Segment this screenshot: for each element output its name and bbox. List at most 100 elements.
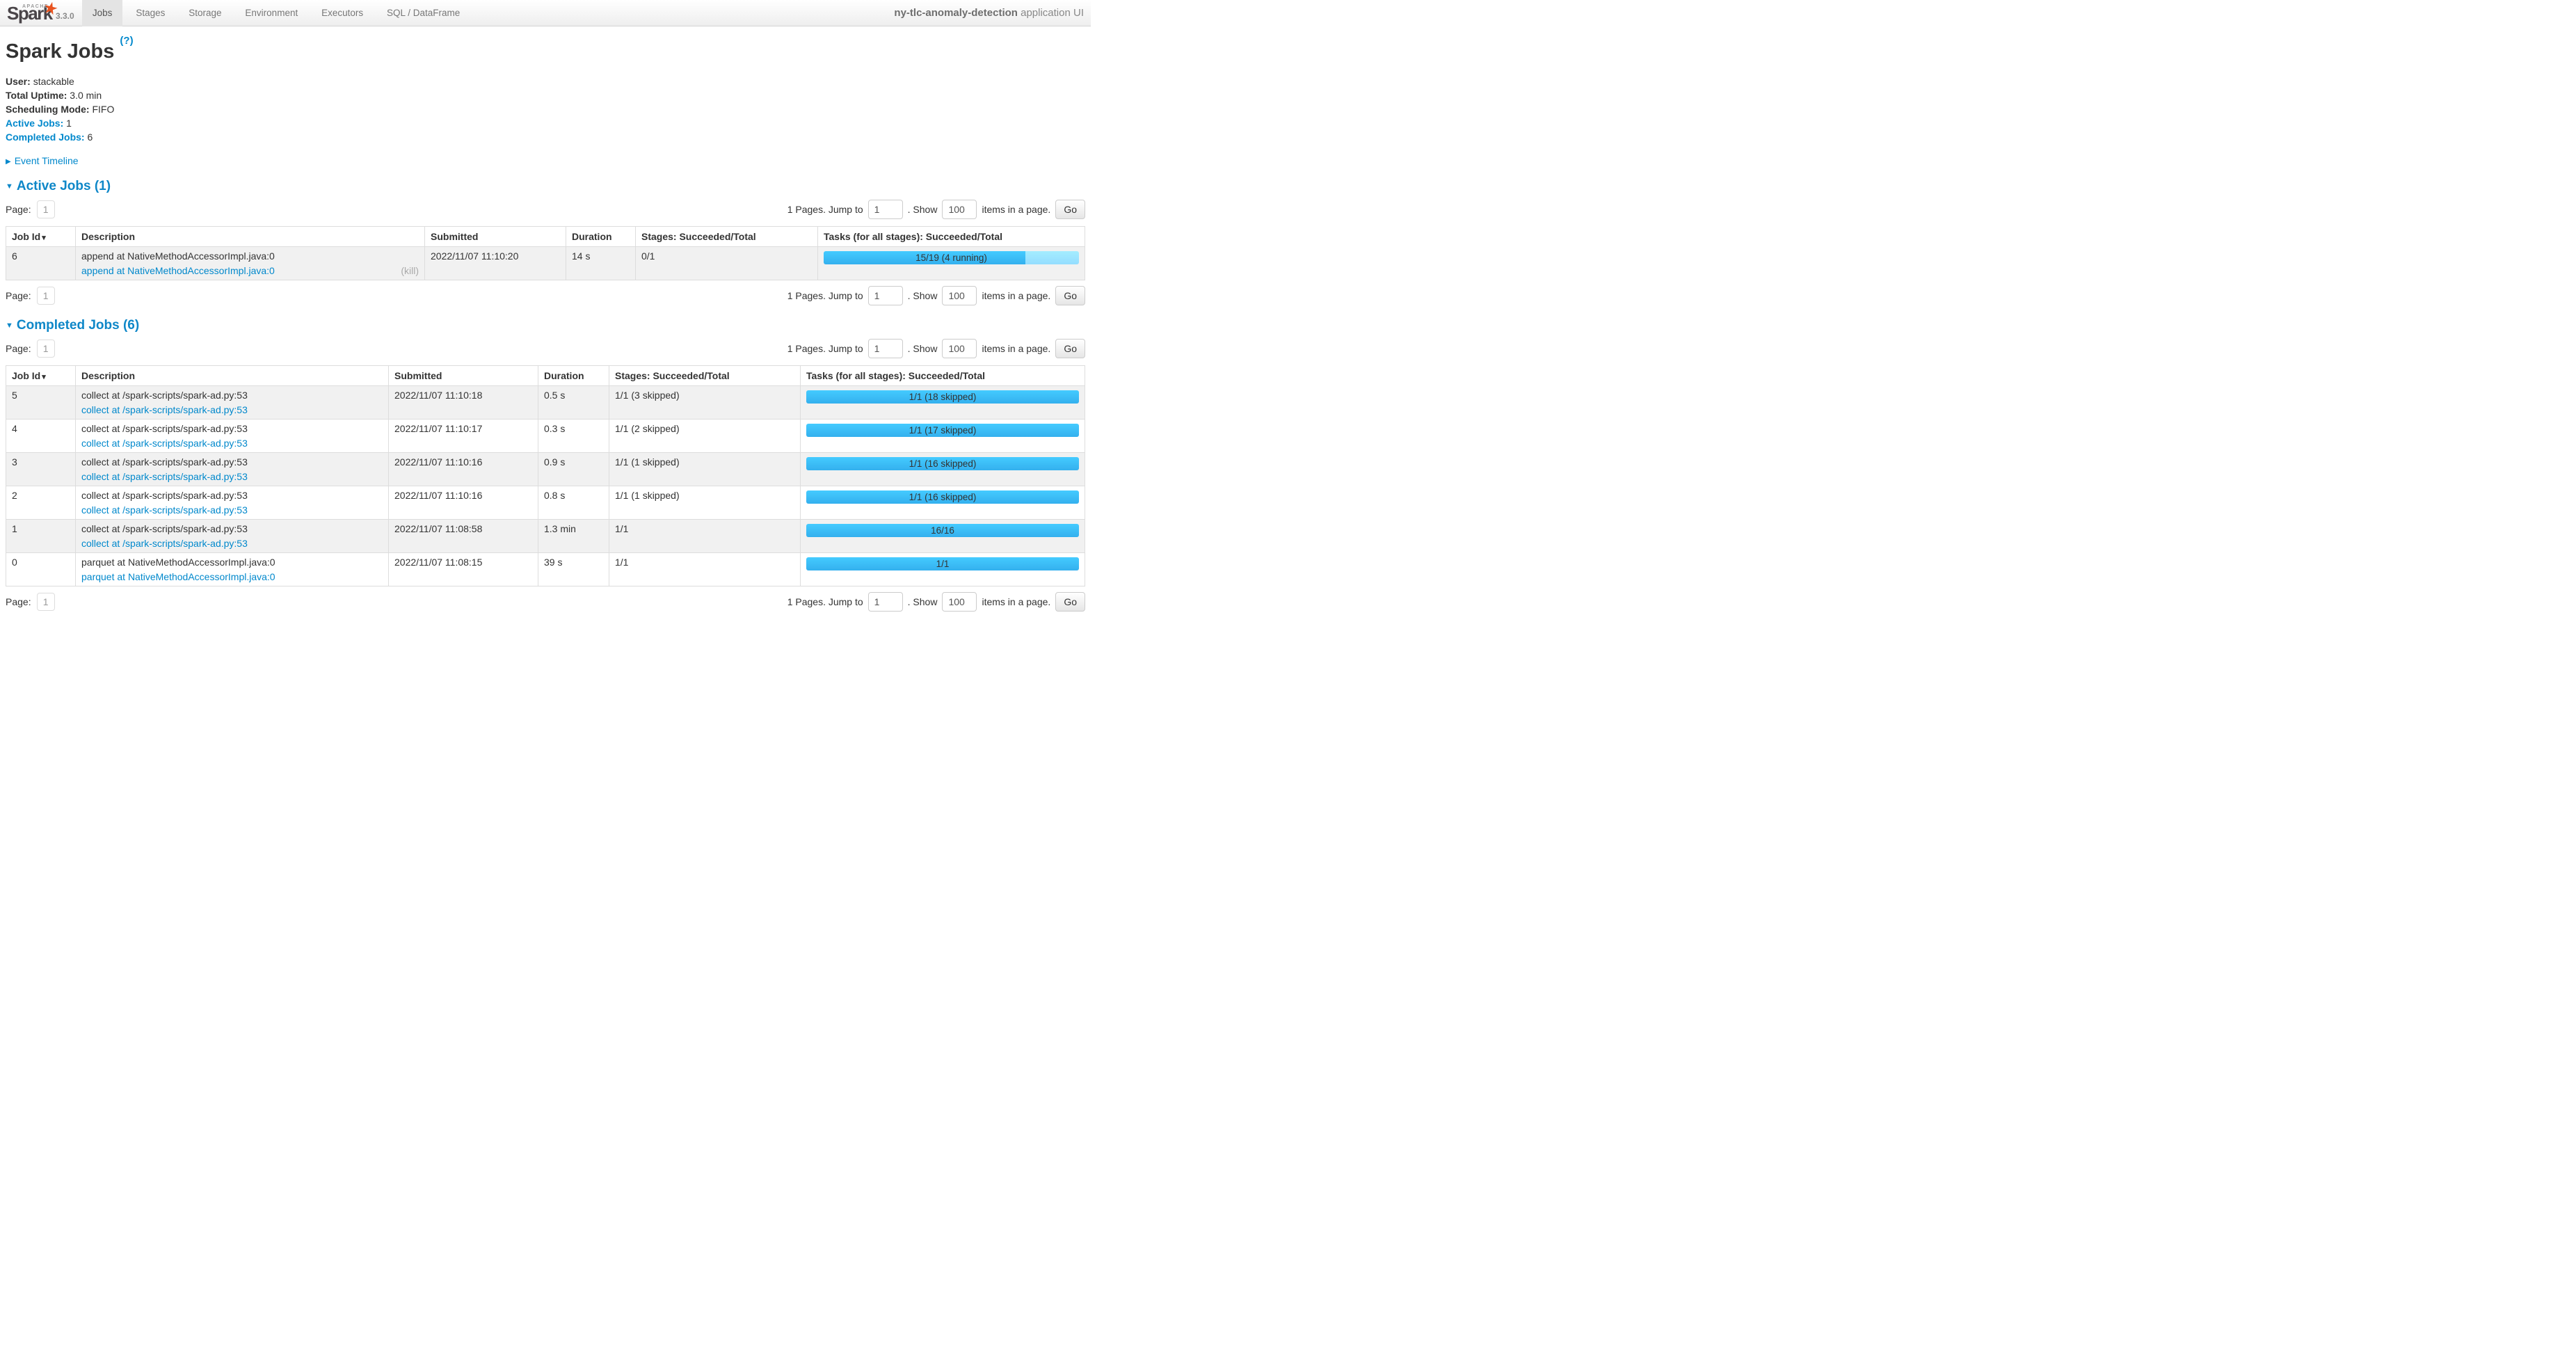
nav-tabs: Jobs Stages Storage Environment Executor… (82, 0, 470, 26)
pages-text: 1 Pages. Jump to (787, 343, 863, 354)
stages-cell: 1/1 (2 skipped) (609, 419, 801, 452)
header-stages[interactable]: Stages: Succeeded/Total (609, 365, 801, 385)
description-text: collect at /spark-scripts/spark-ad.py:53 (81, 456, 383, 468)
stages-cell: 1/1 (1 skipped) (609, 452, 801, 486)
items-per-page-input[interactable] (942, 200, 977, 219)
description-text: append at NativeMethodAccessorImpl.java:… (81, 250, 419, 262)
header-description[interactable]: Description (76, 226, 425, 246)
go-button[interactable]: Go (1055, 286, 1085, 305)
summary-active-jobs: Active Jobs: 1 (6, 118, 1085, 130)
current-page-box: 1 (37, 593, 55, 611)
tasks-progress-bar: 15/19 (4 running) (824, 251, 1079, 264)
tab-sql-dataframe[interactable]: SQL / DataFrame (376, 0, 470, 26)
completed-jobs-pagination-top: Page: 1 1 Pages. Jump to . Show items in… (6, 339, 1085, 358)
completed-jobs-pagination-bottom: Page: 1 1 Pages. Jump to . Show items in… (6, 592, 1085, 612)
stages-cell: 1/1 (3 skipped) (609, 385, 801, 419)
tab-storage[interactable]: Storage (178, 0, 232, 26)
job-detail-link[interactable]: collect at /spark-scripts/spark-ad.py:53 (81, 504, 248, 516)
progress-label: 1/1 (17 skipped) (806, 424, 1079, 437)
kill-link[interactable]: (kill) (401, 265, 419, 276)
description-text: collect at /spark-scripts/spark-ad.py:53 (81, 423, 383, 434)
header-duration[interactable]: Duration (566, 226, 636, 246)
table-row: 2 collect at /spark-scripts/spark-ad.py:… (6, 486, 1085, 519)
tab-executors[interactable]: Executors (311, 0, 374, 26)
go-button[interactable]: Go (1055, 200, 1085, 219)
job-detail-link[interactable]: collect at /spark-scripts/spark-ad.py:53 (81, 438, 248, 449)
duration-cell: 1.3 min (538, 519, 609, 552)
header-job-id[interactable]: Job Id▾ (6, 226, 76, 246)
tasks-progress-bar: 1/1 (16 skipped) (806, 457, 1079, 470)
pages-text: 1 Pages. Jump to (787, 290, 863, 301)
go-button[interactable]: Go (1055, 592, 1085, 612)
tab-stages[interactable]: Stages (125, 0, 175, 26)
show-text: . Show (908, 204, 938, 215)
tasks-cell: 1/1 (16 skipped) (801, 452, 1085, 486)
stages-cell: 0/1 (636, 246, 818, 280)
show-text: . Show (908, 290, 938, 301)
job-detail-link[interactable]: parquet at NativeMethodAccessorImpl.java… (81, 571, 275, 582)
header-submitted[interactable]: Submitted (425, 226, 566, 246)
tasks-cell: 1/1 (18 skipped) (801, 385, 1085, 419)
header-duration[interactable]: Duration (538, 365, 609, 385)
active-jobs-link[interactable]: Active Jobs: (6, 118, 63, 129)
items-per-page-input[interactable] (942, 286, 977, 305)
job-id-cell: 2 (6, 486, 76, 519)
table-row: 3 collect at /spark-scripts/spark-ad.py:… (6, 452, 1085, 486)
header-tasks[interactable]: Tasks (for all stages): Succeeded/Total (818, 226, 1085, 246)
stages-cell: 1/1 (609, 519, 801, 552)
tasks-progress-bar: 16/16 (806, 524, 1079, 537)
stages-cell: 1/1 (1 skipped) (609, 486, 801, 519)
duration-cell: 0.5 s (538, 385, 609, 419)
jump-to-page-input[interactable] (868, 286, 903, 305)
summary-user: User: stackable (6, 76, 1085, 88)
items-text: items in a page. (982, 596, 1050, 607)
jump-to-page-input[interactable] (868, 200, 903, 219)
job-detail-link[interactable]: collect at /spark-scripts/spark-ad.py:53 (81, 404, 248, 415)
description-text: parquet at NativeMethodAccessorImpl.java… (81, 557, 383, 568)
go-button[interactable]: Go (1055, 339, 1085, 358)
items-per-page-input[interactable] (942, 339, 977, 358)
chevron-down-icon: ▼ (6, 321, 13, 330)
completed-jobs-heading[interactable]: ▼Completed Jobs (6) (6, 318, 1085, 333)
header-tasks[interactable]: Tasks (for all stages): Succeeded/Total (801, 365, 1085, 385)
tasks-cell: 1/1 (17 skipped) (801, 419, 1085, 452)
active-jobs-table: Job Id▾ Description Submitted Duration S… (6, 226, 1085, 280)
job-id-cell: 5 (6, 385, 76, 419)
items-text: items in a page. (982, 343, 1050, 354)
table-row: 5 collect at /spark-scripts/spark-ad.py:… (6, 385, 1085, 419)
tasks-progress-bar: 1/1 (17 skipped) (806, 424, 1079, 437)
job-detail-link[interactable]: collect at /spark-scripts/spark-ad.py:53 (81, 538, 248, 549)
description-cell: parquet at NativeMethodAccessorImpl.java… (76, 552, 389, 586)
header-stages[interactable]: Stages: Succeeded/Total (636, 226, 818, 246)
description-cell: collect at /spark-scripts/spark-ad.py:53… (76, 385, 389, 419)
completed-jobs-link[interactable]: Completed Jobs: (6, 131, 85, 143)
tab-environment[interactable]: Environment (234, 0, 308, 26)
jump-to-page-input[interactable] (868, 592, 903, 612)
active-jobs-heading[interactable]: ▼Active Jobs (1) (6, 179, 1085, 194)
summary-scheduling-mode: Scheduling Mode: FIFO (6, 104, 1085, 116)
job-detail-link[interactable]: collect at /spark-scripts/spark-ad.py:53 (81, 471, 248, 482)
active-jobs-pagination-top: Page: 1 1 Pages. Jump to . Show items in… (6, 200, 1085, 219)
chevron-right-icon: ▶ (6, 158, 11, 166)
help-link[interactable]: (?) (120, 35, 133, 47)
job-id-cell: 1 (6, 519, 76, 552)
tab-jobs[interactable]: Jobs (82, 0, 123, 26)
summary-completed-jobs: Completed Jobs: 6 (6, 131, 1085, 144)
description-cell: collect at /spark-scripts/spark-ad.py:53… (76, 452, 389, 486)
duration-cell: 39 s (538, 552, 609, 586)
table-row: 1 collect at /spark-scripts/spark-ad.py:… (6, 519, 1085, 552)
progress-label: 1/1 (16 skipped) (806, 490, 1079, 504)
items-text: items in a page. (982, 290, 1050, 301)
items-per-page-input[interactable] (942, 592, 977, 612)
job-summary: User: stackable Total Uptime: 3.0 min Sc… (6, 76, 1085, 144)
header-description[interactable]: Description (76, 365, 389, 385)
job-detail-link[interactable]: append at NativeMethodAccessorImpl.java:… (81, 265, 275, 276)
event-timeline-label: Event Timeline (15, 155, 79, 166)
job-id-cell: 0 (6, 552, 76, 586)
stages-cell: 1/1 (609, 552, 801, 586)
header-submitted[interactable]: Submitted (389, 365, 538, 385)
current-page-box: 1 (37, 340, 55, 358)
header-job-id[interactable]: Job Id▾ (6, 365, 76, 385)
event-timeline-toggle[interactable]: ▶ Event Timeline (6, 155, 1085, 166)
jump-to-page-input[interactable] (868, 339, 903, 358)
